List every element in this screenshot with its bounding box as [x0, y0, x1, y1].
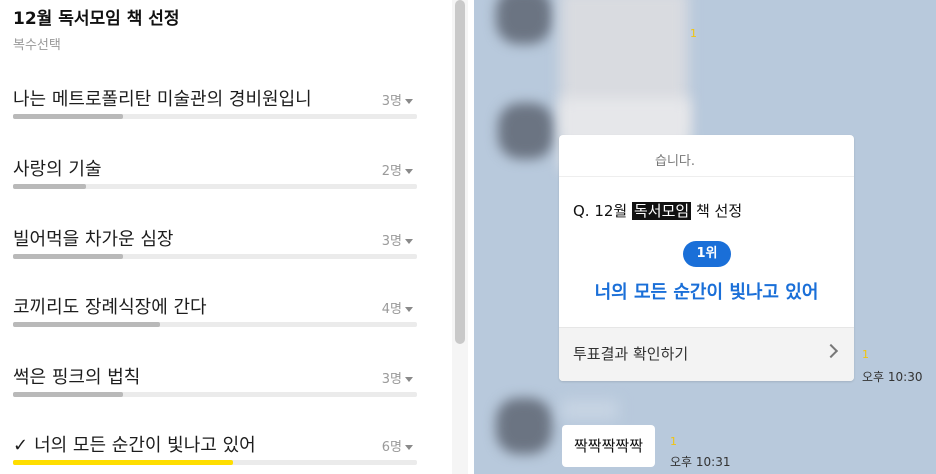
- poll-title: 12월 독서모임 책 선정: [13, 9, 180, 29]
- vote-bar-track: [13, 114, 417, 119]
- vote-count: 3명: [381, 372, 402, 387]
- poll-option[interactable]: 코끼리도 장례식장에 간다 4명: [13, 293, 417, 333]
- vote-count-dropdown[interactable]: 2명: [382, 160, 413, 179]
- poll-option-label: ✓ 너의 모든 순간이 빛나고 있어: [13, 431, 256, 457]
- vote-bar-track: [13, 254, 417, 259]
- unread-count: 1: [862, 348, 869, 361]
- poll-option-label: 코끼리도 장례식장에 간다: [13, 293, 207, 319]
- caret-down-icon: [405, 169, 413, 174]
- question-highlight: 독서모임: [632, 202, 692, 220]
- poll-option[interactable]: 썩은 핑크의 법칙 3명: [13, 363, 417, 403]
- poll-option-label: 빌어먹을 차가운 심장: [13, 225, 173, 251]
- vote-bar-fill: [13, 392, 123, 397]
- poll-option-text: 코끼리도 장례식장에 간다: [13, 297, 207, 318]
- vote-bar-fill: [13, 114, 123, 119]
- view-results-label: 투표결과 확인하기: [573, 345, 689, 363]
- unread-count: 1: [690, 27, 697, 40]
- vote-count-dropdown[interactable]: 3명: [382, 90, 413, 109]
- vote-bar-track: [13, 460, 417, 465]
- chevron-right-icon: [823, 343, 839, 359]
- poll-subtitle: 복수선택: [13, 38, 61, 53]
- poll-option[interactable]: ✓ 너의 모든 순간이 빛나고 있어 6명: [13, 431, 417, 471]
- vote-count: 3명: [381, 234, 402, 249]
- vote-bar-track: [13, 392, 417, 397]
- poll-option-text: 나는 메트로폴리탄 미술관의 경비원입니: [13, 89, 312, 110]
- avatar[interactable]: [498, 103, 554, 159]
- vote-count: 6명: [381, 440, 402, 455]
- poll-option-text: 빌어먹을 차가운 심장: [13, 229, 174, 250]
- message-time: 오후 10:30: [862, 370, 923, 384]
- vote-count-dropdown[interactable]: 4명: [382, 298, 413, 317]
- poll-option-text: 사랑의 기술: [13, 159, 102, 180]
- poll-panel: 12월 독서모임 책 선정 복수선택 나는 메트로폴리탄 미술관의 경비원입니 3…: [0, 0, 470, 474]
- vote-bar-fill: [13, 322, 160, 327]
- vote-count: 3명: [381, 94, 402, 109]
- blurred-sender-name: [562, 400, 618, 420]
- avatar[interactable]: [496, 398, 552, 454]
- caret-down-icon: [405, 307, 413, 312]
- poll-option-label: 썩은 핑크의 법칙: [13, 363, 140, 389]
- vote-count: 2명: [381, 164, 402, 179]
- checkmark-icon: ✓: [13, 435, 29, 456]
- unread-count: 1: [670, 435, 677, 448]
- chat-area: 1 습니다. Q. 12월 독서모임 책 선정 1위 너의 모든 순간이 빛나고…: [474, 0, 936, 474]
- chat-bubble[interactable]: 짝짝짝짝짝: [562, 425, 656, 467]
- question-suffix: 책 선정: [691, 202, 743, 220]
- card-header: 습니다.: [559, 135, 854, 177]
- caret-down-icon: [405, 445, 413, 450]
- vote-bar-fill: [13, 460, 233, 465]
- scrollbar-thumb[interactable]: [455, 0, 465, 344]
- question-prefix: Q. 12월: [573, 202, 632, 220]
- card-header-text: 습니다.: [655, 154, 696, 169]
- vote-bar-track: [13, 322, 417, 327]
- avatar[interactable]: [496, 0, 552, 44]
- vote-bar-track: [13, 184, 417, 189]
- poll-option[interactable]: 사랑의 기술 2명: [13, 155, 417, 195]
- winner-title: 너의 모든 순간이 빛나고 있어: [594, 282, 819, 303]
- poll-option[interactable]: 나는 메트로폴리탄 미술관의 경비원입니 3명: [13, 85, 417, 125]
- vote-bar-fill: [13, 184, 86, 189]
- rank-badge: 1위: [683, 241, 731, 267]
- poll-option-label: 사랑의 기술: [13, 155, 102, 181]
- vote-count-dropdown[interactable]: 3명: [382, 368, 413, 387]
- view-results-button[interactable]: 투표결과 확인하기: [559, 327, 854, 381]
- caret-down-icon: [405, 239, 413, 244]
- poll-option-text: 썩은 핑크의 법칙: [13, 367, 141, 388]
- poll-option-text: 너의 모든 순간이 빛나고 있어: [34, 435, 256, 456]
- caret-down-icon: [405, 99, 413, 104]
- caret-down-icon: [405, 377, 413, 382]
- poll-question: Q. 12월 독서모임 책 선정: [573, 200, 742, 221]
- message-time: 오후 10:31: [670, 455, 731, 469]
- poll-result-card[interactable]: 습니다. Q. 12월 독서모임 책 선정 1위 너의 모든 순간이 빛나고 있…: [559, 135, 854, 381]
- poll-option[interactable]: 빌어먹을 차가운 심장 3명: [13, 225, 417, 265]
- vote-count: 4명: [381, 302, 402, 317]
- vote-count-dropdown[interactable]: 3명: [382, 230, 413, 249]
- vote-count-dropdown[interactable]: 6명: [382, 436, 413, 455]
- poll-option-label: 나는 메트로폴리탄 미술관의 경비원입니: [13, 85, 312, 111]
- vote-bar-fill: [13, 254, 123, 259]
